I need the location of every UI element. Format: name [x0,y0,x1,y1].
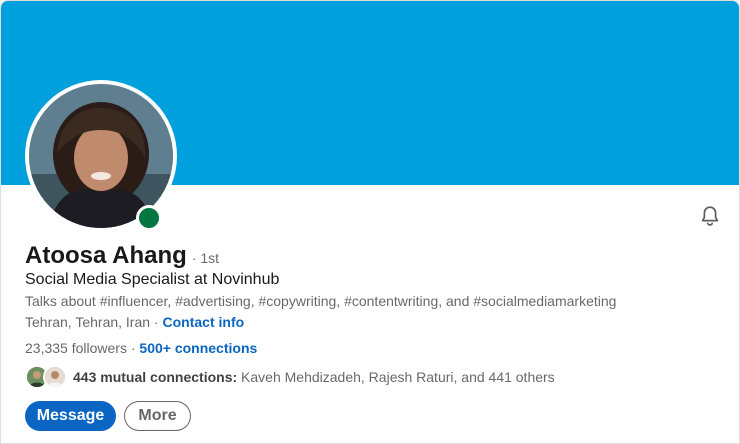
more-button[interactable]: More [124,401,191,431]
contact-info-link[interactable]: Contact info [163,314,245,330]
profile-headline: Social Media Specialist at Novinhub [25,271,280,288]
profile-card: Atoosa Ahang · 1st Social Media Speciali… [0,0,740,444]
location: Tehran, Tehran, Iran [25,314,151,330]
online-status-dot [136,205,162,231]
mutual-avatar-illustration [45,367,65,387]
mutual-connections-count: 443 mutual connections: [73,369,238,385]
message-button[interactable]: Message [25,401,116,431]
location-separator: · [150,314,163,330]
talks-about: Talks about #influencer, #advertising, #… [25,293,617,309]
mutual-connections[interactable]: 443 mutual connections: Kaveh Mehdizadeh… [25,364,555,390]
profile-actions: Message More [25,401,191,431]
bell-icon-glyph [701,206,719,226]
mutual-connections-text[interactable]: 443 mutual connections: Kaveh Mehdizadeh… [73,369,555,385]
profile-name-row: Atoosa Ahang · 1st [25,242,219,272]
mutual-avatar [43,365,67,389]
connections-link[interactable]: 500+ connections [139,340,257,356]
followers-row: 23,335 followers · 500+ connections [25,340,257,356]
mutual-connections-names: Kaveh Mehdizadeh, Rajesh Raturi, and 441… [237,369,555,385]
profile-name: Atoosa Ahang [25,242,187,269]
followers-count: 23,335 followers [25,340,127,356]
location-row: Tehran, Tehran, Iran · Contact info [25,314,244,330]
connection-degree: · 1st [191,250,220,266]
bell-icon[interactable] [698,204,722,228]
connections-separator: · [126,340,140,356]
